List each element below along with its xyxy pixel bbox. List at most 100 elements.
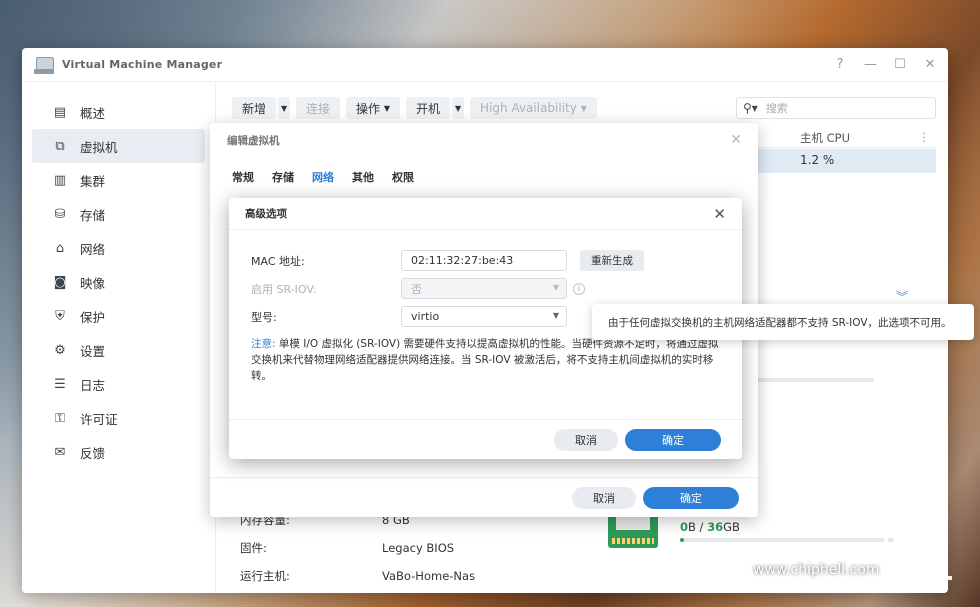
sidebar-item-label: 设置 [80, 343, 106, 359]
window-titlebar[interactable]: Virtual Machine Manager ? — ☐ ✕ [22, 48, 948, 82]
memory-usage-bar [680, 538, 894, 542]
maximize-icon[interactable]: ☐ [894, 57, 906, 72]
usage-bar [740, 378, 874, 382]
mac-address-field[interactable]: 02:11:32:27:be:43 [401, 250, 567, 271]
ha-label: High Availability [480, 101, 577, 115]
overview-icon: ▤ [53, 104, 67, 120]
search-icon: ⚲▾ [743, 101, 758, 115]
connect-button[interactable]: 连接 [296, 97, 341, 119]
edit-vm-tabs: 常规 存储 网络 其他 权限 [232, 169, 414, 189]
sidebar-item-label: 许可证 [80, 411, 118, 427]
tab-other[interactable]: 其他 [352, 169, 374, 189]
create-button[interactable]: 新增 [232, 97, 277, 119]
memory-total-unit: GB [723, 520, 740, 534]
info-icon[interactable]: i [573, 282, 585, 295]
toolbar: 新增 ▼ 连接 操作 ▼ 开机 ▼ High Availability ▼ ⚲▾… [232, 96, 936, 120]
sidebar-item-label: 映像 [80, 275, 106, 291]
log-icon: ☰ [54, 376, 66, 392]
close-icon[interactable]: ✕ [713, 205, 726, 223]
chevron-down-icon: ▼ [552, 283, 559, 292]
chevron-down-icon: ▼ [552, 311, 559, 320]
help-icon[interactable]: ? [834, 57, 846, 72]
model-select[interactable]: virtio ▼ [401, 306, 567, 327]
mac-address-row: MAC 地址: 02:11:32:27:be:43 重新生成 [251, 250, 644, 271]
vm-details: 内存容量: 8 GB 固件: Legacy BIOS 运行主机: VaBo-Ho… [240, 506, 540, 590]
sidebar-item-overview[interactable]: ▤ 概述 [32, 95, 205, 129]
cancel-button[interactable]: 取消 [554, 429, 618, 451]
sidebar-item-log[interactable]: ☰ 日志 [32, 367, 205, 401]
edit-vm-footer: 取消 确定 [210, 477, 758, 517]
memory-usage-text: 0B / 36GB [680, 520, 740, 534]
memory-used-unit: B [688, 520, 696, 534]
sriov-row: 启用 SR-IOV: 否 ▼ i [251, 278, 585, 299]
cancel-button[interactable]: 取消 [572, 487, 636, 509]
memory-separator: / [695, 520, 708, 534]
sidebar-item-settings[interactable]: ⚙ 设置 [32, 333, 205, 367]
power-on-button[interactable]: 开机 [406, 97, 451, 119]
sriov-label: 启用 SR-IOV: [251, 282, 317, 296]
ha-button[interactable]: High Availability ▼ [470, 97, 597, 119]
tab-network[interactable]: 网络 [312, 169, 334, 189]
chevron-down-icon: ▼ [383, 103, 391, 113]
sidebar-item-storage[interactable]: ⛁ 存储 [32, 197, 205, 231]
power-on-dropdown-icon[interactable]: ▼ [452, 97, 465, 119]
sidebar-item-label: 日志 [80, 377, 106, 393]
sidebar-item-label: 虚拟机 [80, 139, 118, 155]
column-menu-icon[interactable]: ⋮ [919, 130, 931, 144]
sriov-select[interactable]: 否 ▼ [401, 278, 567, 299]
sidebar-item-protection[interactable]: ⛨ 保护 [32, 299, 205, 333]
note-text: 单模 I/O 虚拟化 (SR-IOV) 需要硬件支持以提高虚拟机的性能。当硬件资… [251, 338, 719, 382]
close-icon[interactable]: ✕ [924, 57, 936, 72]
detail-key: 固件: [240, 541, 267, 555]
sidebar-item-image[interactable]: ◙ 映像 [32, 265, 205, 299]
sidebar-item-license[interactable]: ⚿ 许可证 [32, 401, 205, 435]
sidebar-item-label: 存储 [80, 207, 106, 223]
create-dropdown-icon[interactable]: ▼ [278, 97, 291, 119]
vmm-app-icon [34, 55, 54, 75]
gear-icon: ⚙ [54, 342, 66, 358]
header-host-cpu[interactable]: 主机 CPU [800, 130, 850, 146]
model-label: 型号: [251, 310, 277, 324]
tab-storage[interactable]: 存储 [272, 169, 294, 189]
sidebar-item-label: 保护 [80, 309, 106, 325]
advanced-options-footer: 取消 确定 [229, 419, 742, 459]
row-host-cpu: 1.2 % [800, 153, 835, 167]
sidebar-item-cluster[interactable]: ▥ 集群 [32, 163, 205, 197]
expand-chevron-icon[interactable]: ︾ [896, 288, 908, 305]
close-icon[interactable]: ✕ [730, 132, 742, 148]
network-icon: ⌂ [55, 240, 65, 256]
note-label: 注意: [251, 338, 276, 350]
action-button[interactable]: 操作 ▼ [346, 97, 401, 119]
model-row: 型号: virtio ▼ [251, 306, 567, 327]
tab-general[interactable]: 常规 [232, 169, 254, 189]
mac-address-label: MAC 地址: [251, 254, 305, 268]
detail-key: 运行主机: [240, 569, 290, 583]
sidebar-item-label: 概述 [80, 105, 106, 121]
sriov-tooltip: 由于任何虚拟交换机的主机网络适配器都不支持 SR-IOV，此选项不可用。 [592, 304, 974, 340]
regenerate-button[interactable]: 重新生成 [580, 250, 644, 271]
window-controls: ? — ☐ ✕ [834, 57, 936, 72]
tooltip-text: 由于任何虚拟交换机的主机网络适配器都不支持 SR-IOV，此选项不可用。 [608, 316, 952, 329]
key-icon: ⚿ [55, 410, 65, 426]
sidebar-item-network[interactable]: ⌂ 网络 [32, 231, 205, 265]
chevron-down-icon: ▼ [580, 103, 587, 113]
sidebar-item-vm[interactable]: ⧉ 虚拟机 [32, 129, 205, 163]
ok-button[interactable]: 确定 [625, 429, 721, 451]
sriov-value: 否 [411, 282, 422, 296]
edit-vm-title: 编辑虚拟机 [227, 134, 280, 147]
tab-permissions[interactable]: 权限 [392, 169, 414, 189]
sidebar-item-feedback[interactable]: ✉ 反馈 [32, 435, 205, 469]
storage-icon: ⛁ [54, 206, 66, 222]
memory-used-value: 0 [680, 520, 689, 534]
detail-row-host: 运行主机: VaBo-Home-Nas [240, 562, 540, 590]
search-input[interactable]: ⚲▾ 搜索 [736, 97, 936, 119]
ok-button[interactable]: 确定 [643, 487, 739, 509]
model-value: virtio [411, 310, 440, 323]
cluster-icon: ▥ [53, 172, 67, 188]
minimize-icon[interactable]: — [864, 57, 877, 72]
vm-icon: ⧉ [55, 138, 65, 154]
detail-value: Legacy BIOS [382, 541, 455, 555]
action-label: 操作 [356, 101, 381, 116]
image-icon: ◙ [53, 274, 67, 290]
sidebar-item-label: 反馈 [80, 445, 106, 461]
